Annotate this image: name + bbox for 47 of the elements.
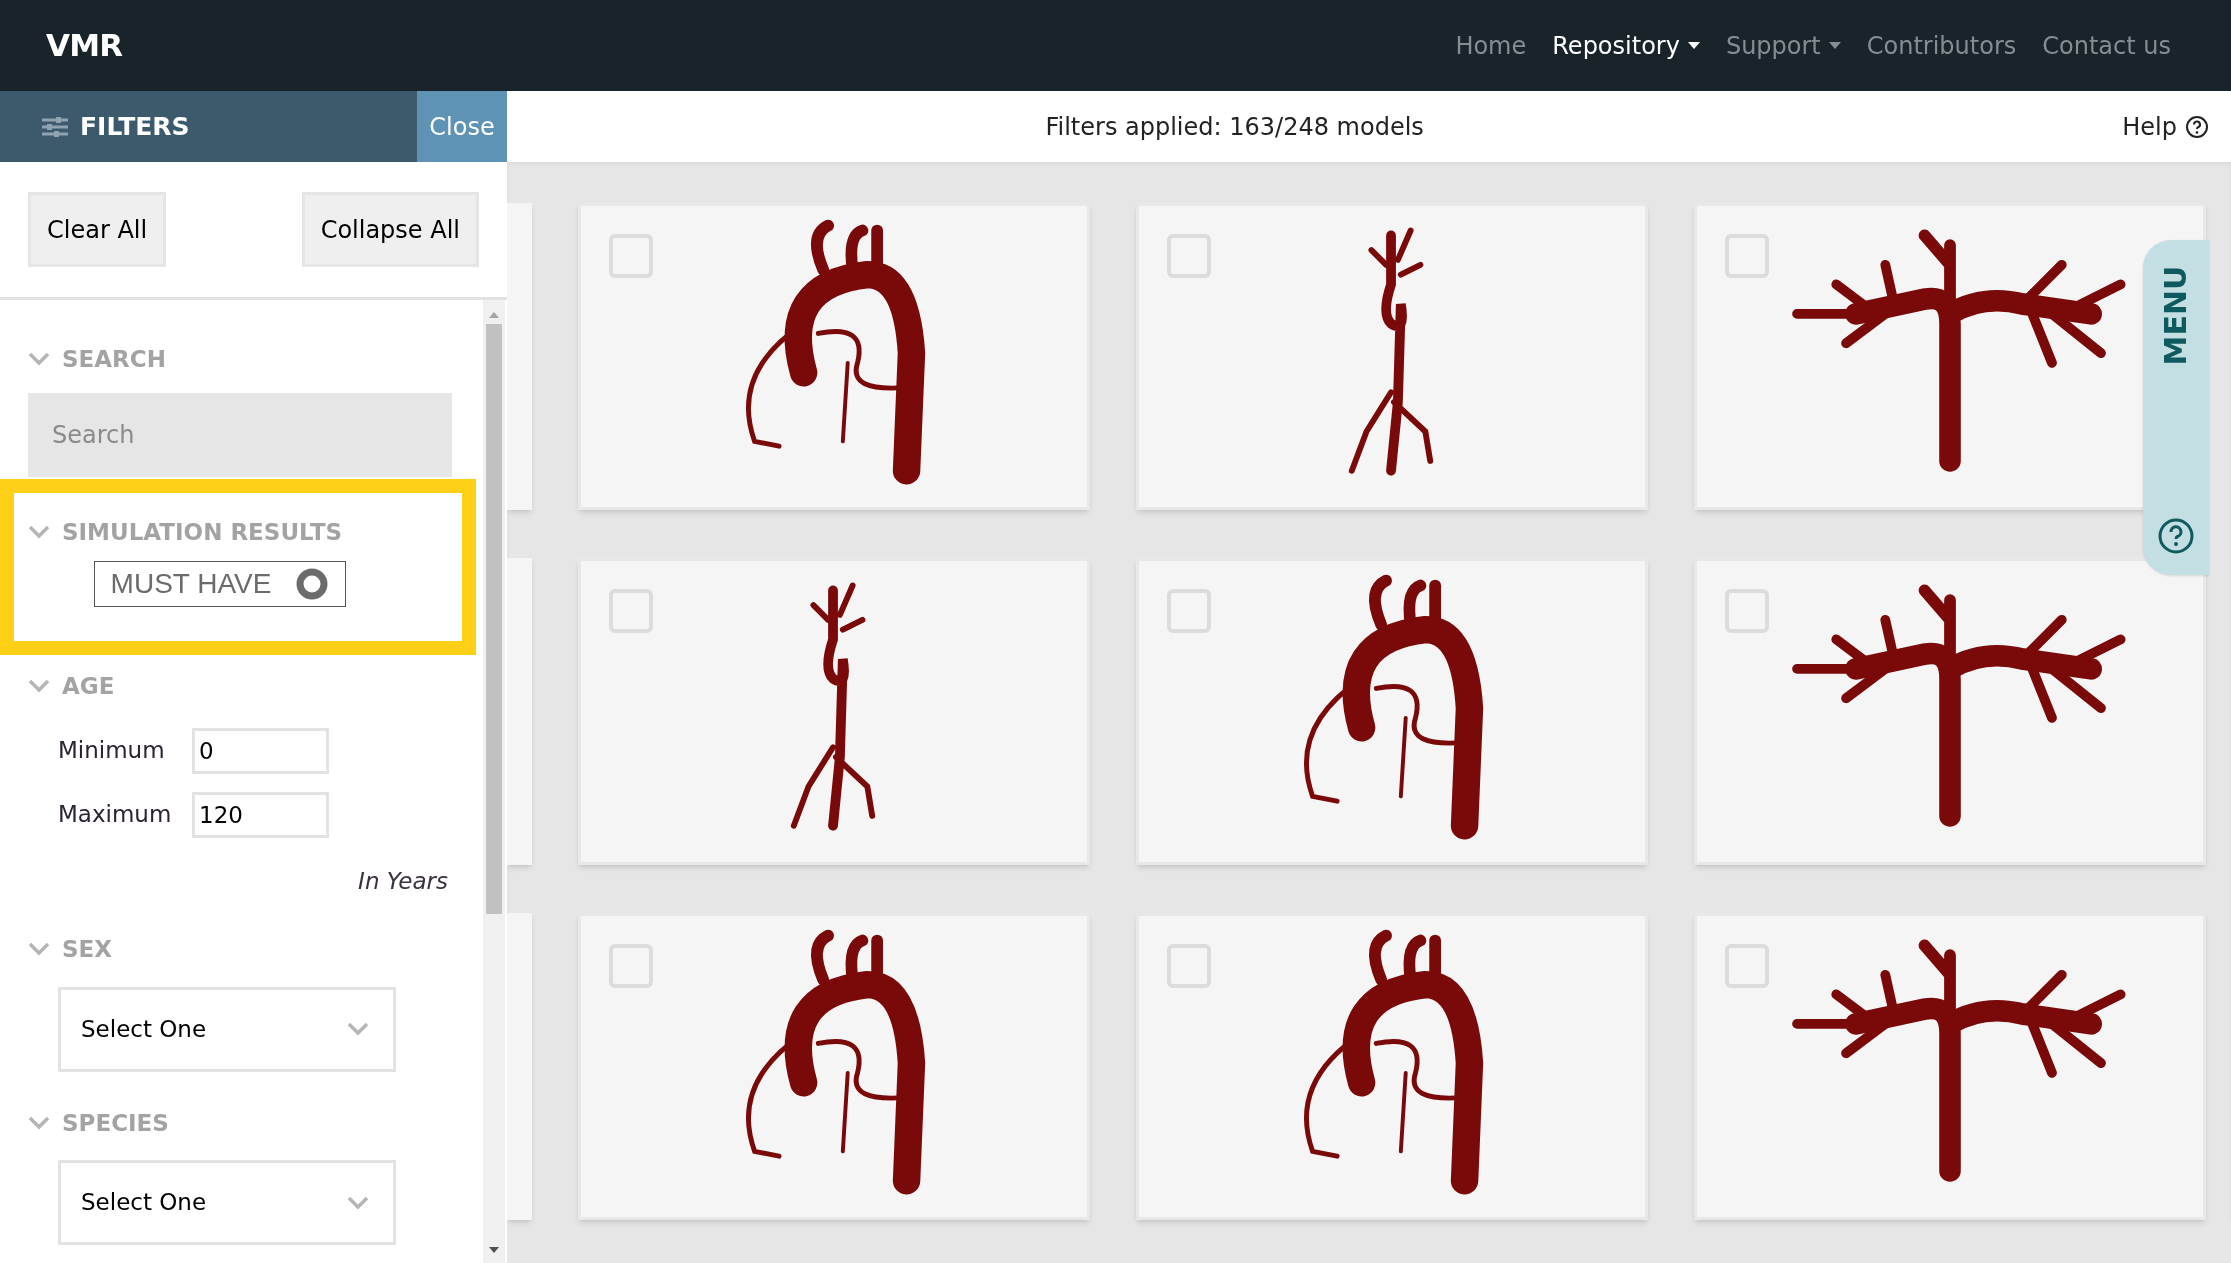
close-button[interactable]: Close — [417, 91, 507, 162]
checkbox[interactable] — [1725, 589, 1769, 633]
number-field[interactable]: 120 — [192, 791, 329, 838]
scrollbar[interactable] — [483, 300, 505, 1263]
number-field[interactable]: 0 — [192, 727, 329, 774]
filter-action-button[interactable]: Collapse All — [301, 192, 479, 267]
toggle-button[interactable]: MUST HAVE — [93, 561, 347, 607]
chevron-down-icon — [28, 524, 50, 539]
chevron-down-icon — [28, 679, 50, 694]
caret-icon — [1687, 41, 1700, 50]
side-menu[interactable]: MENU — [2143, 240, 2209, 575]
checkbox[interactable] — [1167, 944, 1211, 988]
checkbox[interactable] — [1725, 234, 1769, 278]
checkbox[interactable] — [609, 944, 653, 988]
sliders-icon — [42, 115, 68, 138]
filters-title: FILTERS — [80, 110, 190, 143]
checkbox[interactable] — [609, 589, 653, 633]
checkbox[interactable] — [1167, 234, 1211, 278]
filters-applied-text: Filters applied: 163/248 models — [1044, 111, 1425, 143]
help-icon — [2185, 114, 2209, 139]
nav-link[interactable]: Repository — [1552, 27, 1700, 64]
logo[interactable]: VMR — [46, 22, 123, 69]
search-field[interactable]: Search — [28, 392, 452, 477]
checkbox[interactable] — [1725, 944, 1769, 988]
radio-icon — [295, 567, 330, 601]
help-icon[interactable] — [2157, 517, 2195, 555]
field-label: Maximum — [58, 800, 173, 830]
nav-link[interactable]: Support — [1725, 27, 1841, 64]
field-label: Minimum — [58, 736, 166, 766]
chevron-down-icon — [347, 1022, 369, 1036]
chevron-down-icon — [28, 1115, 50, 1130]
chevron-down-icon — [28, 942, 50, 957]
caret-icon — [1828, 41, 1841, 50]
scroll-down-icon[interactable] — [489, 1247, 499, 1253]
units-note: In Years — [358, 866, 448, 896]
chevron-down-icon — [347, 1195, 369, 1210]
menu-label: MENU — [2157, 265, 2195, 365]
checkbox[interactable] — [609, 234, 653, 278]
chevron-down-icon — [28, 352, 50, 367]
help-link[interactable]: Help — [2122, 108, 2209, 145]
nav-link[interactable]: Contact us — [2042, 27, 2171, 64]
checkbox[interactable] — [1167, 589, 1211, 633]
nav-link[interactable]: Home — [1455, 27, 1527, 64]
filter-action-button[interactable]: Clear All — [28, 192, 167, 267]
nav-link[interactable]: Contributors — [1866, 27, 2017, 64]
select-dropdown[interactable]: Select One — [58, 986, 396, 1072]
select-dropdown[interactable]: Select One — [58, 1160, 396, 1245]
